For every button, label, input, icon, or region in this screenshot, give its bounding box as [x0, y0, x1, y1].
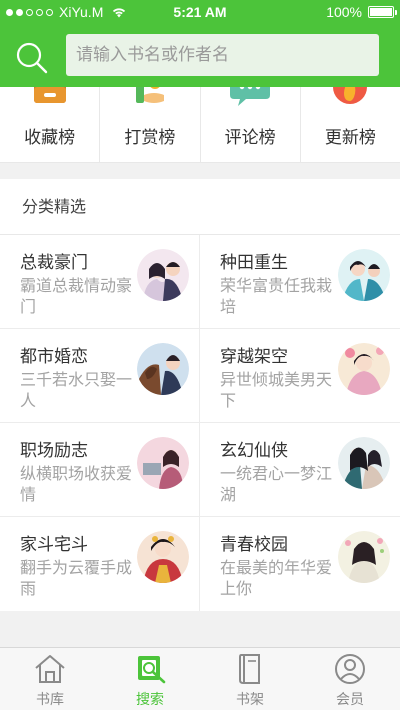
battery-icon	[368, 6, 397, 18]
tab-bookshelf[interactable]: 书架	[200, 648, 300, 710]
category-campus[interactable]: 青春校园 在最美的年华爱上你	[200, 517, 400, 611]
category-title: 玄幻仙侠	[220, 441, 288, 461]
tab-search[interactable]: 搜索	[100, 648, 200, 710]
category-career[interactable]: 职场励志 纵横职场收获爱情	[0, 423, 200, 517]
category-section: 分类精选 总裁豪门 霸道总裁情动豪门 种田重生 荣华富贵任我栽培 都市婚恋 三千…	[0, 179, 400, 611]
section-title: 分类精选	[0, 179, 400, 235]
cover-thumbnail	[137, 343, 189, 395]
category-family-strife[interactable]: 家斗宅斗 翻手为云覆手成雨	[0, 517, 200, 611]
cover-thumbnail	[338, 531, 390, 583]
category-desc: 霸道总裁情动豪门	[20, 276, 133, 316]
app-header: XiYu.M 5:21 AM 100%	[0, 0, 400, 87]
tab-label: 书库	[36, 692, 64, 708]
reward-hand-icon	[135, 87, 164, 103]
category-desc: 异世倾城美男天下	[220, 370, 333, 410]
tab-library[interactable]: 书库	[0, 648, 100, 710]
status-bar: XiYu.M 5:21 AM 100%	[0, 0, 400, 27]
rank-label: 更新榜	[324, 128, 376, 148]
cover-thumbnail	[137, 531, 189, 583]
search-icon[interactable]	[14, 40, 50, 76]
bottom-tab-bar: 书库 搜索 书架 会员	[0, 647, 400, 710]
category-time-travel[interactable]: 穿越架空 异世倾城美男天下	[200, 329, 400, 423]
category-fantasy[interactable]: 玄幻仙侠 一统君心一梦江湖	[200, 423, 400, 517]
category-title: 都市婚恋	[20, 347, 88, 367]
category-desc: 纵横职场收获爱情	[20, 464, 133, 504]
search-input[interactable]	[76, 45, 379, 65]
category-desc: 一统君心一梦江湖	[220, 464, 333, 504]
category-title: 种田重生	[220, 253, 288, 273]
category-ceo[interactable]: 总裁豪门 霸道总裁情动豪门	[0, 235, 200, 329]
tab-label: 会员	[336, 692, 364, 708]
search-field[interactable]	[66, 34, 379, 76]
cover-thumbnail	[338, 437, 390, 489]
user-icon	[335, 654, 365, 684]
flame-icon	[333, 87, 368, 104]
rank-label: 打赏榜	[124, 128, 176, 148]
rank-comments[interactable]: 评论榜	[201, 87, 301, 162]
tab-label: 搜索	[136, 692, 164, 708]
battery-percent: 100%	[326, 4, 362, 20]
rank-label: 评论榜	[224, 128, 276, 148]
cover-thumbnail	[338, 343, 390, 395]
cover-thumbnail	[137, 437, 189, 489]
category-desc: 在最美的年华爱上你	[220, 558, 333, 598]
category-desc: 三千若水只娶一人	[20, 370, 133, 410]
bookshelf-icon	[239, 654, 260, 684]
category-title: 职场励志	[20, 441, 88, 461]
category-desc: 翻手为云覆手成雨	[20, 558, 133, 598]
category-title: 家斗宅斗	[20, 535, 88, 555]
tab-label: 书架	[236, 692, 264, 708]
chat-bubble-icon	[230, 87, 271, 106]
category-title: 总裁豪门	[20, 253, 88, 273]
category-urban-romance[interactable]: 都市婚恋 三千若水只娶一人	[0, 329, 200, 423]
house-icon	[35, 655, 65, 683]
category-title: 青春校园	[220, 535, 288, 555]
category-grid: 总裁豪门 霸道总裁情动豪门 种田重生 荣华富贵任我栽培 都市婚恋 三千若水只娶一…	[0, 235, 400, 611]
tab-member[interactable]: 会员	[300, 648, 400, 710]
book-search-icon	[138, 656, 166, 684]
rank-updates[interactable]: 更新榜	[301, 87, 400, 162]
cover-thumbnail	[338, 249, 390, 301]
category-desc: 荣华富贵任我栽培	[220, 276, 333, 316]
ranking-bar: 收藏榜 打赏榜 评论榜 更新榜	[0, 87, 400, 163]
rank-label: 收藏榜	[24, 128, 76, 148]
category-title: 穿越架空	[220, 347, 288, 367]
rank-rewards[interactable]: 打赏榜	[100, 87, 201, 162]
drawer-icon	[33, 87, 66, 103]
category-farming[interactable]: 种田重生 荣华富贵任我栽培	[200, 235, 400, 329]
rank-favorites[interactable]: 收藏榜	[0, 87, 101, 162]
cover-thumbnail	[137, 249, 189, 301]
